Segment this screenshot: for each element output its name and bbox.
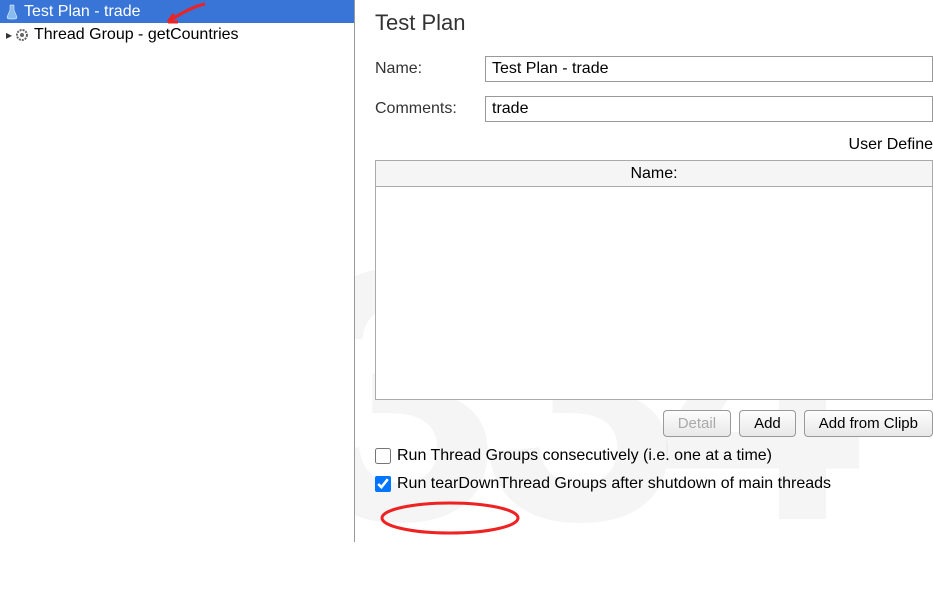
add-from-clipboard-button[interactable]: Add from Clipb bbox=[804, 410, 933, 437]
tree-item-testplan[interactable]: Test Plan - trade bbox=[0, 0, 354, 23]
detail-button[interactable]: Detail bbox=[663, 410, 731, 437]
main-panel: Test Plan Name: Comments: User Define Na… bbox=[355, 0, 933, 542]
name-label: Name: bbox=[375, 60, 485, 78]
comments-input[interactable] bbox=[485, 96, 933, 122]
user-variables-table[interactable]: Name: bbox=[375, 160, 933, 400]
expand-icon[interactable]: ▸ bbox=[4, 28, 14, 42]
flask-icon bbox=[4, 4, 20, 20]
table-header-name: Name: bbox=[376, 161, 932, 186]
section-title: User Define bbox=[375, 136, 933, 154]
tree-item-threadgroup[interactable]: ▸ Thread Group - getCountries bbox=[0, 23, 354, 46]
tree-sidebar: Test Plan - trade ▸ Thread Group - getCo… bbox=[0, 0, 355, 542]
gear-icon bbox=[14, 27, 30, 43]
run-consecutive-label: Run Thread Groups consecutively (i.e. on… bbox=[397, 447, 772, 465]
run-teardown-checkbox[interactable] bbox=[375, 476, 391, 492]
run-teardown-label-part2: Thread Groups after shutdown of main thr… bbox=[499, 475, 831, 493]
add-button[interactable]: Add bbox=[739, 410, 796, 437]
name-input[interactable] bbox=[485, 56, 933, 82]
comments-label: Comments: bbox=[375, 100, 485, 118]
tree-item-label: Thread Group - getCountries bbox=[34, 26, 239, 44]
panel-title: Test Plan bbox=[375, 10, 933, 36]
tree-item-label: Test Plan - trade bbox=[24, 3, 141, 21]
run-teardown-label-part1: Run tearDown bbox=[397, 475, 499, 493]
run-consecutive-checkbox[interactable] bbox=[375, 448, 391, 464]
